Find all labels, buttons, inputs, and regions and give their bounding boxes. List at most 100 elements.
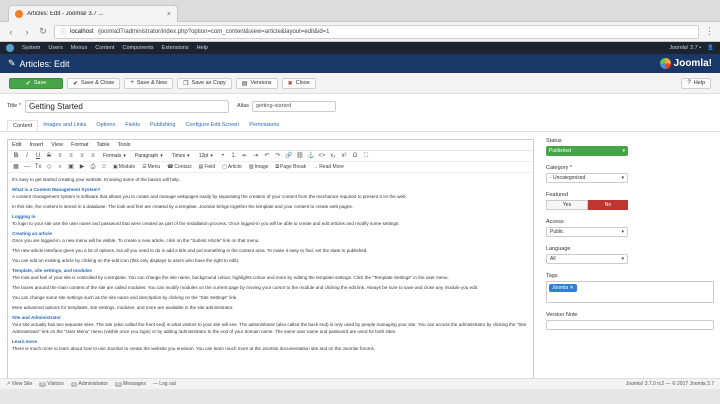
- tab-images-links[interactable]: Images and Links: [38, 120, 91, 131]
- link-icon[interactable]: 🔗: [285, 152, 293, 160]
- article-button[interactable]: ▢ Article: [220, 164, 244, 170]
- formats-select[interactable]: Formats ▾: [100, 153, 129, 159]
- module-button[interactable]: ▣ Module: [111, 164, 137, 170]
- emoticon-icon[interactable]: ☺: [100, 163, 108, 171]
- unlink-icon[interactable]: ⛓: [296, 152, 304, 160]
- version-note-input[interactable]: [546, 320, 714, 330]
- os-taskbar: [0, 389, 720, 404]
- redo-icon[interactable]: ↷: [274, 152, 282, 160]
- tag-chip[interactable]: Joomla ✕: [549, 284, 577, 292]
- category-select[interactable]: - Uncategorised ▾: [546, 173, 628, 183]
- image-button[interactable]: ▨ Image: [247, 164, 271, 170]
- forward-arrow-icon[interactable]: ›: [22, 27, 32, 37]
- visitors-count[interactable]: 0 Visitors: [39, 381, 64, 387]
- back-arrow-icon[interactable]: ‹: [6, 27, 16, 37]
- align-center-icon[interactable]: ≡: [67, 152, 75, 160]
- menu-button[interactable]: ☰ Menu: [140, 164, 162, 170]
- code-icon[interactable]: <>: [318, 152, 326, 160]
- help-button[interactable]: ? Help: [681, 77, 711, 89]
- menu-system[interactable]: System: [22, 45, 40, 51]
- tags-input[interactable]: Joomla ✕: [546, 281, 714, 303]
- menu-menus[interactable]: Menus: [71, 45, 88, 51]
- save-button[interactable]: ✔ Save: [9, 77, 63, 89]
- reload-icon[interactable]: ↻: [38, 26, 48, 37]
- view-site-link[interactable]: ↗ View Site: [6, 381, 32, 387]
- fullscreen-icon[interactable]: ⛶: [362, 152, 370, 160]
- tab-publishing[interactable]: Publishing: [145, 120, 180, 131]
- joomla-logo-icon[interactable]: [6, 44, 14, 52]
- editor-content-area[interactable]: It's easy to get started creating your w…: [8, 173, 533, 358]
- bullet-list-icon[interactable]: •: [219, 152, 227, 160]
- source-code-icon[interactable]: ◇: [45, 163, 53, 171]
- status-select[interactable]: Published ▾: [546, 146, 628, 156]
- save-new-button[interactable]: + Save & New: [124, 77, 174, 89]
- close-tab-icon[interactable]: ×: [167, 11, 171, 18]
- version-note-field: Version Note: [546, 312, 716, 330]
- editor-menu-insert[interactable]: Insert: [29, 142, 43, 148]
- tab-permissions[interactable]: Permissions: [244, 120, 284, 131]
- special-char-icon[interactable]: Ω: [351, 152, 359, 160]
- horizontal-rule-icon[interactable]: ―: [23, 163, 31, 171]
- menu-users[interactable]: Users: [48, 45, 62, 51]
- access-select[interactable]: Public ▾: [546, 227, 628, 237]
- align-right-icon[interactable]: ≡: [78, 152, 86, 160]
- strikethrough-icon[interactable]: S: [45, 152, 53, 160]
- read-more-button[interactable]: → Read More: [311, 164, 346, 170]
- site-version-link[interactable]: Joomla! 3.7 •: [669, 45, 701, 51]
- menu-help[interactable]: Help: [197, 45, 208, 51]
- superscript-icon[interactable]: x²: [340, 152, 348, 160]
- indent-icon[interactable]: ⇥: [252, 152, 260, 160]
- editor-menu-tools[interactable]: Tools: [118, 142, 131, 148]
- remove-tag-icon[interactable]: ✕: [570, 285, 574, 291]
- tab-fields[interactable]: Fields: [120, 120, 145, 131]
- editor-menu-format[interactable]: Format: [71, 142, 88, 148]
- align-left-icon[interactable]: ≡: [56, 152, 64, 160]
- editor-menu-view[interactable]: View: [51, 142, 63, 148]
- paragraph-select[interactable]: Paragraph ▾: [132, 153, 166, 159]
- bold-icon[interactable]: B: [12, 152, 20, 160]
- numbered-list-icon[interactable]: 1.: [230, 152, 238, 160]
- browser-tab[interactable]: Articles: Edit - Joomla! 3.7 ... ×: [8, 5, 178, 22]
- font-select[interactable]: Times ▾: [169, 153, 193, 159]
- field-button[interactable]: ▤ Field: [197, 164, 218, 170]
- editor-menu-table[interactable]: Table: [97, 142, 110, 148]
- close-button[interactable]: ✖ Close: [281, 77, 316, 89]
- title-input[interactable]: Getting Started: [25, 100, 229, 113]
- media-icon[interactable]: ▶: [78, 163, 86, 171]
- image-icon[interactable]: ▣: [67, 163, 75, 171]
- size-select[interactable]: 12pt ▾: [196, 153, 216, 159]
- alias-input[interactable]: getting-started: [252, 101, 336, 112]
- outdent-icon[interactable]: ⇤: [241, 152, 249, 160]
- editor-menu-edit[interactable]: Edit: [12, 142, 21, 148]
- align-justify-icon[interactable]: ≡: [89, 152, 97, 160]
- print-icon[interactable]: ⎙: [89, 163, 97, 171]
- save-close-button[interactable]: ✔ Save & Close: [67, 77, 121, 89]
- undo-icon[interactable]: ↶: [263, 152, 271, 160]
- anchor-icon[interactable]: ⚓: [307, 152, 315, 160]
- tab-configure-edit-screen[interactable]: Configure Edit Screen: [180, 120, 244, 131]
- underline-icon[interactable]: U: [34, 152, 42, 160]
- versions-button[interactable]: ▤ Versions: [235, 77, 278, 89]
- featured-no-button[interactable]: No: [588, 200, 628, 210]
- administrator-count[interactable]: 1 Administrator: [70, 381, 108, 387]
- menu-content[interactable]: Content: [95, 45, 114, 51]
- table-icon[interactable]: ▦: [12, 163, 20, 171]
- language-select[interactable]: All ▾: [546, 254, 628, 264]
- save-copy-button[interactable]: ❐ Save as Copy: [177, 77, 232, 89]
- tab-content[interactable]: Content: [7, 120, 39, 131]
- messages-count[interactable]: 0 Messages: [114, 381, 146, 387]
- search-replace-icon[interactable]: ⌕: [56, 163, 64, 171]
- contact-button[interactable]: ☎ Contact: [165, 164, 193, 170]
- featured-yes-button[interactable]: Yes: [546, 200, 588, 210]
- menu-extensions[interactable]: Extensions: [162, 45, 189, 51]
- subscript-icon[interactable]: x₂: [329, 152, 337, 160]
- user-icon[interactable]: 👤: [707, 45, 714, 51]
- address-bar[interactable]: ⓘ localhost/joomla37/administrator/index…: [54, 24, 699, 39]
- browser-menu-icon[interactable]: ⋮: [705, 26, 714, 37]
- clear-format-icon[interactable]: Tx: [34, 163, 42, 171]
- page-break-button[interactable]: ⧉ Page Break: [273, 164, 308, 170]
- logout-link[interactable]: — Log out: [153, 381, 176, 387]
- italic-icon[interactable]: I: [23, 152, 31, 160]
- tab-options[interactable]: Options: [91, 120, 120, 131]
- menu-components[interactable]: Components: [123, 45, 154, 51]
